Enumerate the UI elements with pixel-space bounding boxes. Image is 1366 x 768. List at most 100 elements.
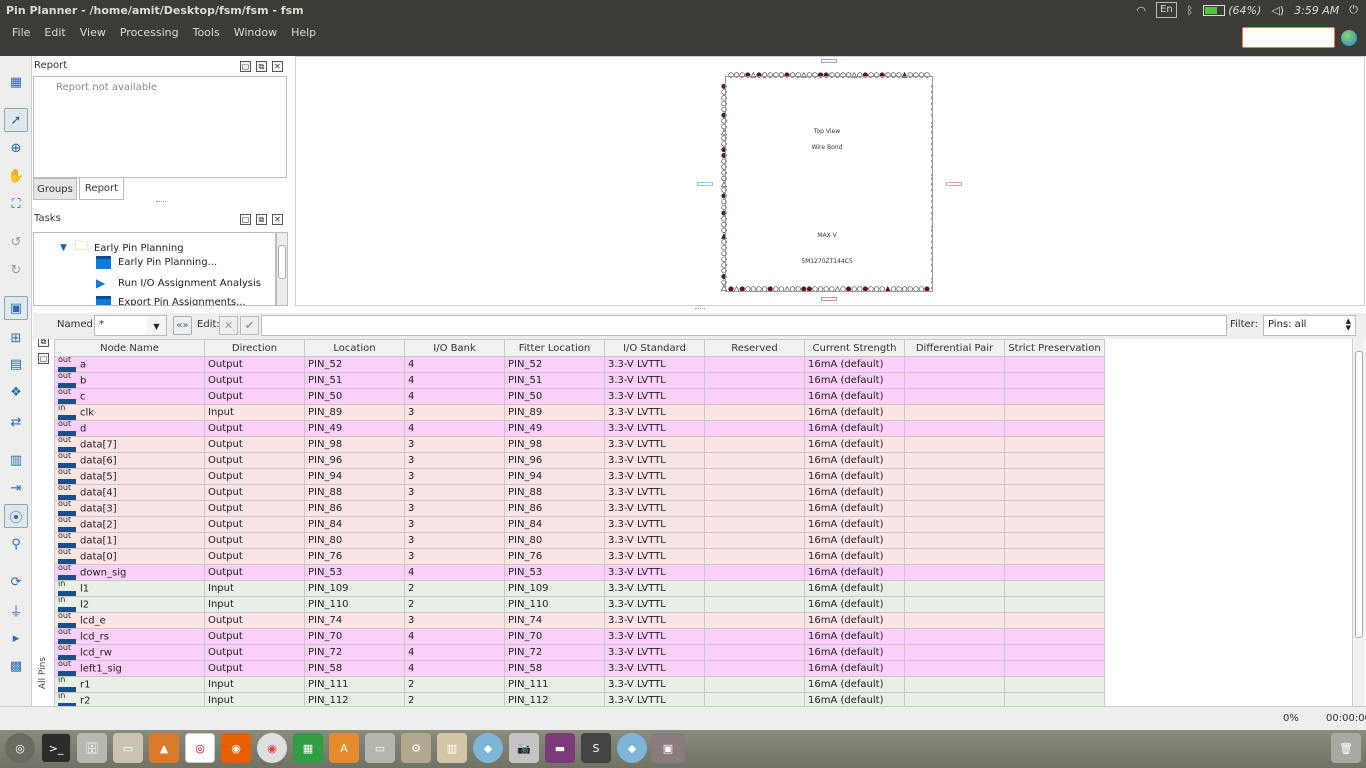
fitter-location-cell[interactable]: PIN_84 <box>504 516 605 533</box>
node-name-cell[interactable]: in l2 <box>54 596 205 613</box>
table-row[interactable]: out a Output PIN_52 4 PIN_52 3.3-V LVTTL 16mA (… <box>54 356 1105 373</box>
io-standard-cell[interactable]: 3.3-V LVTTL <box>604 356 705 373</box>
location-cell[interactable]: PIN_74 <box>304 612 405 629</box>
table-row[interactable]: in r2 Input PIN_112 2 PIN_112 3.3-V LVTTL 16mA … <box>54 692 1105 706</box>
current-strength-cell[interactable]: 16mA (default) <box>804 692 905 706</box>
column-header-current-strength[interactable]: Current Strength <box>804 339 905 357</box>
clock[interactable]: 3:59 AM <box>1294 4 1339 17</box>
column-header-direction[interactable]: Direction <box>204 339 305 357</box>
matlab-icon[interactable]: ▲ <box>149 733 179 763</box>
node-name-cell[interactable]: out data[6] <box>54 452 205 469</box>
reserved-cell[interactable] <box>704 644 805 661</box>
node-name-cell[interactable]: out c <box>54 388 205 405</box>
fitter-location-cell[interactable]: PIN_51 <box>504 372 605 389</box>
fitter-location-cell[interactable]: PIN_58 <box>504 660 605 677</box>
show-user-io-icon[interactable]: ⦿ <box>4 504 28 528</box>
reserved-cell[interactable] <box>704 404 805 421</box>
strict-preservation-cell[interactable] <box>1004 420 1105 437</box>
edit-value-input[interactable] <box>261 315 1227 336</box>
system-settings-icon[interactable]: ⚙ <box>401 733 431 763</box>
location-cell[interactable]: PIN_72 <box>304 644 405 661</box>
location-cell[interactable]: PIN_51 <box>304 372 405 389</box>
reserved-cell[interactable] <box>704 692 805 706</box>
power-icon[interactable]: ⏻ <box>1349 3 1358 17</box>
software-center-icon[interactable]: A <box>329 733 359 763</box>
files-icon[interactable]: 🗄 <box>77 733 107 763</box>
strict-preservation-cell[interactable] <box>1004 468 1105 485</box>
differential-pair-cell[interactable] <box>904 548 1005 565</box>
location-cell[interactable]: PIN_112 <box>304 692 405 706</box>
location-cell[interactable]: PIN_94 <box>304 468 405 485</box>
differential-pair-cell[interactable] <box>904 452 1005 469</box>
direction-cell[interactable]: Input <box>204 580 305 597</box>
location-cell[interactable]: PIN_50 <box>304 388 405 405</box>
fitter-location-cell[interactable]: PIN_88 <box>504 484 605 501</box>
direction-cell[interactable]: Output <box>204 372 305 389</box>
pin-planner-icon[interactable]: ▦ <box>6 72 26 92</box>
node-name-cell[interactable]: out data[0] <box>54 548 205 565</box>
fitter-location-cell[interactable]: PIN_109 <box>504 580 605 597</box>
strict-preservation-cell[interactable] <box>1004 692 1105 706</box>
strict-preservation-cell[interactable] <box>1004 548 1105 565</box>
show-pll-icon[interactable]: ▥ <box>6 450 26 470</box>
fit-in-window-icon[interactable]: ⛶ <box>6 194 26 214</box>
differential-pair-cell[interactable] <box>904 644 1005 661</box>
io-standard-cell[interactable]: 3.3-V LVTTL <box>604 500 705 517</box>
accept-edit-icon[interactable]: ✔ <box>240 316 259 335</box>
named-dropdown-button[interactable]: ▼ <box>147 315 167 336</box>
package-top-view[interactable]: Top View Wire Bond MAX V 5M1270ZT144C5 <box>295 56 1365 306</box>
tasks-detach-button[interactable]: ⧉ <box>256 214 267 225</box>
direction-cell[interactable]: Output <box>204 388 305 405</box>
undo-icon[interactable]: ↺ <box>6 232 26 252</box>
current-strength-cell[interactable]: 16mA (default) <box>804 516 905 533</box>
direction-cell[interactable]: Output <box>204 420 305 437</box>
current-strength-cell[interactable]: 16mA (default) <box>804 356 905 373</box>
node-name-cell[interactable]: out data[3] <box>54 500 205 517</box>
reserved-cell[interactable] <box>704 468 805 485</box>
media-player-icon[interactable]: ▬ <box>545 733 575 763</box>
table-row[interactable]: in l2 Input PIN_110 2 PIN_110 3.3-V LVTTL 16mA … <box>54 596 1105 613</box>
find-pins-icon[interactable]: ⚲ <box>6 534 26 554</box>
reserved-cell[interactable] <box>704 388 805 405</box>
io-standard-cell[interactable]: 3.3-V LVTTL <box>604 452 705 469</box>
direction-cell[interactable]: Output <box>204 516 305 533</box>
filter-options-icon[interactable]: «» <box>173 316 192 335</box>
report-detach-button[interactable]: ⧉ <box>256 61 267 72</box>
chip-planner-icon[interactable]: ▩ <box>6 656 26 676</box>
differential-pair-cell[interactable] <box>904 372 1005 389</box>
fitter-location-cell[interactable]: PIN_110 <box>504 596 605 613</box>
table-row[interactable]: in l1 Input PIN_109 2 PIN_109 3.3-V LVTTL 16mA … <box>54 580 1105 597</box>
redo-icon[interactable]: ↻ <box>6 260 26 280</box>
current-strength-cell[interactable]: 16mA (default) <box>804 532 905 549</box>
pin-legend-icon[interactable]: ▣ <box>4 296 28 320</box>
strict-preservation-cell[interactable] <box>1004 452 1105 469</box>
hand-tool-icon[interactable]: ✋ <box>6 166 26 186</box>
location-cell[interactable]: PIN_58 <box>304 660 405 677</box>
fitter-location-cell[interactable]: PIN_50 <box>504 388 605 405</box>
reserved-cell[interactable] <box>704 420 805 437</box>
strict-preservation-cell[interactable] <box>1004 484 1105 501</box>
differential-pair-cell[interactable] <box>904 692 1005 706</box>
io-bank-cell[interactable]: 2 <box>404 596 505 613</box>
node-name-cell[interactable]: out down_sig <box>54 564 205 581</box>
io-bank-cell[interactable]: 4 <box>404 660 505 677</box>
virtualbox-icon[interactable]: ◆ <box>473 733 503 763</box>
reserved-cell[interactable] <box>704 500 805 517</box>
show-clock-pins-icon[interactable]: ⇥ <box>6 478 26 498</box>
node-name-cell[interactable]: out data[5] <box>54 468 205 485</box>
reserved-cell[interactable] <box>704 548 805 565</box>
direction-cell[interactable]: Output <box>204 436 305 453</box>
io-bank-cell[interactable]: 2 <box>404 692 505 706</box>
io-standard-cell[interactable]: 3.3-V LVTTL <box>604 644 705 661</box>
io-bank-cell[interactable]: 3 <box>404 468 505 485</box>
cancel-edit-icon[interactable]: ✕ <box>219 316 238 335</box>
menu-tools[interactable]: Tools <box>186 26 227 39</box>
selection-tool-icon[interactable]: ➚ <box>4 108 28 132</box>
direction-cell[interactable]: Input <box>204 692 305 706</box>
current-strength-cell[interactable]: 16mA (default) <box>804 596 905 613</box>
differential-pair-cell[interactable] <box>904 564 1005 581</box>
direction-cell[interactable]: Output <box>204 660 305 677</box>
tasks-scrollbar[interactable] <box>276 232 288 306</box>
keyboard-language-indicator[interactable]: En <box>1156 2 1177 18</box>
differential-pair-cell[interactable] <box>904 436 1005 453</box>
